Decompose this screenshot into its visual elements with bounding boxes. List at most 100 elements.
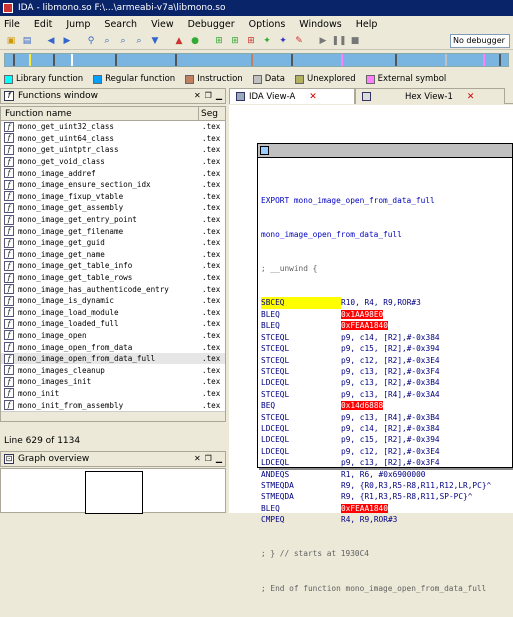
function-row[interactable]: f mono_image_open_from_data .tex [1, 341, 225, 353]
instruction-line[interactable]: LDCEQL p9, c12, [R2],#-0x3E4 [261, 446, 512, 457]
instruction-line[interactable]: BEQ 0x14d6888 [261, 400, 512, 411]
menu-edit[interactable]: Edit [34, 19, 52, 30]
stop-icon[interactable]: ■ [348, 34, 362, 48]
column-function-name[interactable]: Function name [1, 107, 199, 120]
close-icon[interactable]: ✕ [194, 91, 201, 100]
edit-icon[interactable]: ✎ [292, 34, 306, 48]
function-row[interactable]: f mono_image_addref .tex [1, 167, 225, 179]
close-tab-icon[interactable]: ✕ [467, 92, 475, 102]
function-row[interactable]: f mono_get_uintptr_class .tex [1, 144, 225, 156]
instruction-line[interactable]: LDCEQL p9, c13, [R2],#-0x3B4 [261, 377, 512, 388]
find-text-icon[interactable]: ⌕ [116, 34, 130, 48]
play-icon[interactable]: ▶ [316, 34, 330, 48]
instruction-line[interactable]: STCEQL p9, c13, [R2],#-0x3F4 [261, 366, 512, 377]
function-row[interactable]: f mono_images_init .tex [1, 376, 225, 388]
find-binary-icon[interactable]: ⌕ [132, 34, 146, 48]
menu-debugger[interactable]: Debugger [188, 19, 235, 30]
instruction-line[interactable]: STCEQL p9, c13, [R4],#-0x3B4 [261, 412, 512, 423]
instruction-line[interactable]: BLEQ 0xFEAA1840 [261, 320, 512, 331]
debugger-select[interactable]: No debugger [450, 34, 510, 48]
green-dot-icon[interactable]: ● [188, 34, 202, 48]
disassembly-listing[interactable]: EXPORT mono_image_open_from_data_full mo… [258, 158, 512, 617]
menu-help[interactable]: Help [356, 19, 378, 30]
instruction-line[interactable]: STMEQDA R9, {R0,R3,R5-R8,R11,R12,LR,PC}^ [261, 480, 512, 491]
function-row[interactable]: f mono_image_ensure_section_idx .tex [1, 179, 225, 191]
instruction-line[interactable]: LDCEQL p9, c14, [R2],#-0x384 [261, 423, 512, 434]
function-row[interactable]: f mono_image_loaded_full .tex [1, 318, 225, 330]
function-row[interactable]: f mono_image_get_guid .tex [1, 237, 225, 249]
function-row[interactable]: f mono_image_fixup_vtable .tex [1, 191, 225, 203]
back-arrow-icon[interactable]: ◀ [44, 34, 58, 48]
node-color-icon[interactable] [260, 146, 269, 155]
open-file-icon[interactable]: ▣ [4, 34, 18, 48]
instruction-line[interactable]: LDCEQL p9, c13, [R2],#-0x3F4 [261, 457, 512, 468]
function-row[interactable]: f mono_image_get_entry_point .tex [1, 214, 225, 226]
menu-options[interactable]: Options [249, 19, 286, 30]
navigation-bar[interactable] [4, 53, 509, 67]
function-row[interactable]: f mono_image_open_from_data_full .tex [1, 352, 225, 365]
script-icon[interactable]: ✦ [276, 34, 290, 48]
down-arrow-icon[interactable]: ▼ [148, 34, 162, 48]
save-icon[interactable]: ▤ [20, 34, 34, 48]
instruction-line[interactable]: BLEQ 0xFEAA1840 [261, 503, 512, 514]
function-row[interactable]: f mono_get_uint64_class .tex [1, 133, 225, 145]
pause-icon[interactable]: ❚❚ [331, 34, 346, 48]
function-row[interactable]: f mono_image_open .tex [1, 330, 225, 342]
instruction-line[interactable]: STCEQL p9, c14, [R2],#-0x384 [261, 332, 512, 343]
menu-search[interactable]: Search [104, 19, 137, 30]
forward-arrow-icon[interactable]: ▶ [60, 34, 74, 48]
instruction-line[interactable]: LDCEQL p9, c15, [R2],#-0x394 [261, 434, 512, 445]
function-row[interactable]: f mono_init .tex [1, 388, 225, 400]
operands: p9, c13, [R4],#-0x3B4 [341, 412, 440, 422]
graph-overview-node[interactable] [85, 471, 143, 514]
restore-icon[interactable]: ❐ [205, 91, 212, 100]
instruction-line[interactable]: ANDEQS R1, R6, #0x6900000 [261, 469, 512, 480]
search-icon[interactable]: ⌕ [100, 34, 114, 48]
menu-view[interactable]: View [151, 19, 174, 30]
function-row[interactable]: f mono_init_from_assembly .tex [1, 399, 225, 411]
function-row[interactable]: f mono_get_uint32_class .tex [1, 121, 225, 133]
column-segment[interactable]: Seg [199, 107, 218, 120]
plugin-icon[interactable]: ✦ [260, 34, 274, 48]
operands: p9, c13, [R2],#-0x3B4 [341, 378, 440, 388]
close-icon[interactable]: ✕ [194, 454, 201, 463]
menu-jump[interactable]: Jump [66, 19, 90, 30]
tab-hex-view-1[interactable]: Hex View-1 ✕ [355, 88, 505, 104]
instruction-line[interactable]: STCEQL p9, c15, [R2],#-0x394 [261, 343, 512, 354]
function-row[interactable]: f mono_get_void_class .tex [1, 156, 225, 168]
instruction-line[interactable]: STCEQL p9, c12, [R2],#-0x3E4 [261, 355, 512, 366]
instruction-line[interactable]: STMEQDA R9, {R1,R3,R5-R8,R11,SP-PC}^ [261, 491, 512, 502]
function-row[interactable]: f mono_image_has_authenticode_entry .tex [1, 283, 225, 295]
close-tab-icon[interactable]: ✕ [309, 92, 317, 102]
function-row[interactable]: f mono_image_get_filename .tex [1, 225, 225, 237]
function-row[interactable]: f mono_image_get_assembly .tex [1, 202, 225, 214]
function-row[interactable]: f mono_image_load_module .tex [1, 307, 225, 319]
call-graph-icon[interactable]: ⊞ [228, 34, 242, 48]
xref-icon[interactable]: ⊞ [244, 34, 258, 48]
function-row[interactable]: f mono_image_get_name .tex [1, 249, 225, 261]
minimize-icon[interactable]: ▁ [216, 454, 222, 463]
function-segment: .tex [202, 215, 221, 225]
function-label[interactable]: mono_image_open_from_data_full [261, 229, 512, 240]
function-row[interactable]: f mono_image_get_table_rows .tex [1, 272, 225, 284]
flow-chart-icon[interactable]: ⊞ [212, 34, 226, 48]
instruction-line[interactable]: STCEQL p9, c13, [R4],#-0x3A4 [261, 389, 512, 400]
minimize-icon[interactable]: ▁ [216, 91, 222, 100]
function-row[interactable]: f mono_image_is_dynamic .tex [1, 295, 225, 307]
instruction-line[interactable]: SBCEQ R10, R4, R9,ROR#3 [261, 297, 512, 309]
instruction-line[interactable]: BLEQ 0x1AA98E0 [261, 309, 512, 320]
function-row[interactable]: f mono_image_get_table_info .tex [1, 260, 225, 272]
binoculars-icon[interactable]: ⚲ [84, 34, 98, 48]
tab-ida-view-a[interactable]: IDA View-A ✕ [229, 88, 355, 104]
function-name: mono_image_get_table_info [18, 261, 133, 271]
horizontal-scrollbar[interactable] [1, 411, 225, 421]
menu-windows[interactable]: Windows [299, 19, 341, 30]
instruction-line[interactable]: CMPEQ R4, R9,ROR#3 [261, 514, 512, 525]
graph-view-canvas[interactable]: EXPORT mono_image_open_from_data_full mo… [229, 105, 513, 593]
menu-file[interactable]: File [4, 19, 20, 30]
code-block-node[interactable]: EXPORT mono_image_open_from_data_full mo… [257, 143, 513, 593]
function-row[interactable]: f mono_images_cleanup .tex [1, 364, 225, 376]
graph-overview-canvas[interactable] [0, 468, 226, 514]
chart-icon[interactable]: ▲ [172, 34, 186, 48]
restore-icon[interactable]: ❐ [205, 454, 212, 463]
